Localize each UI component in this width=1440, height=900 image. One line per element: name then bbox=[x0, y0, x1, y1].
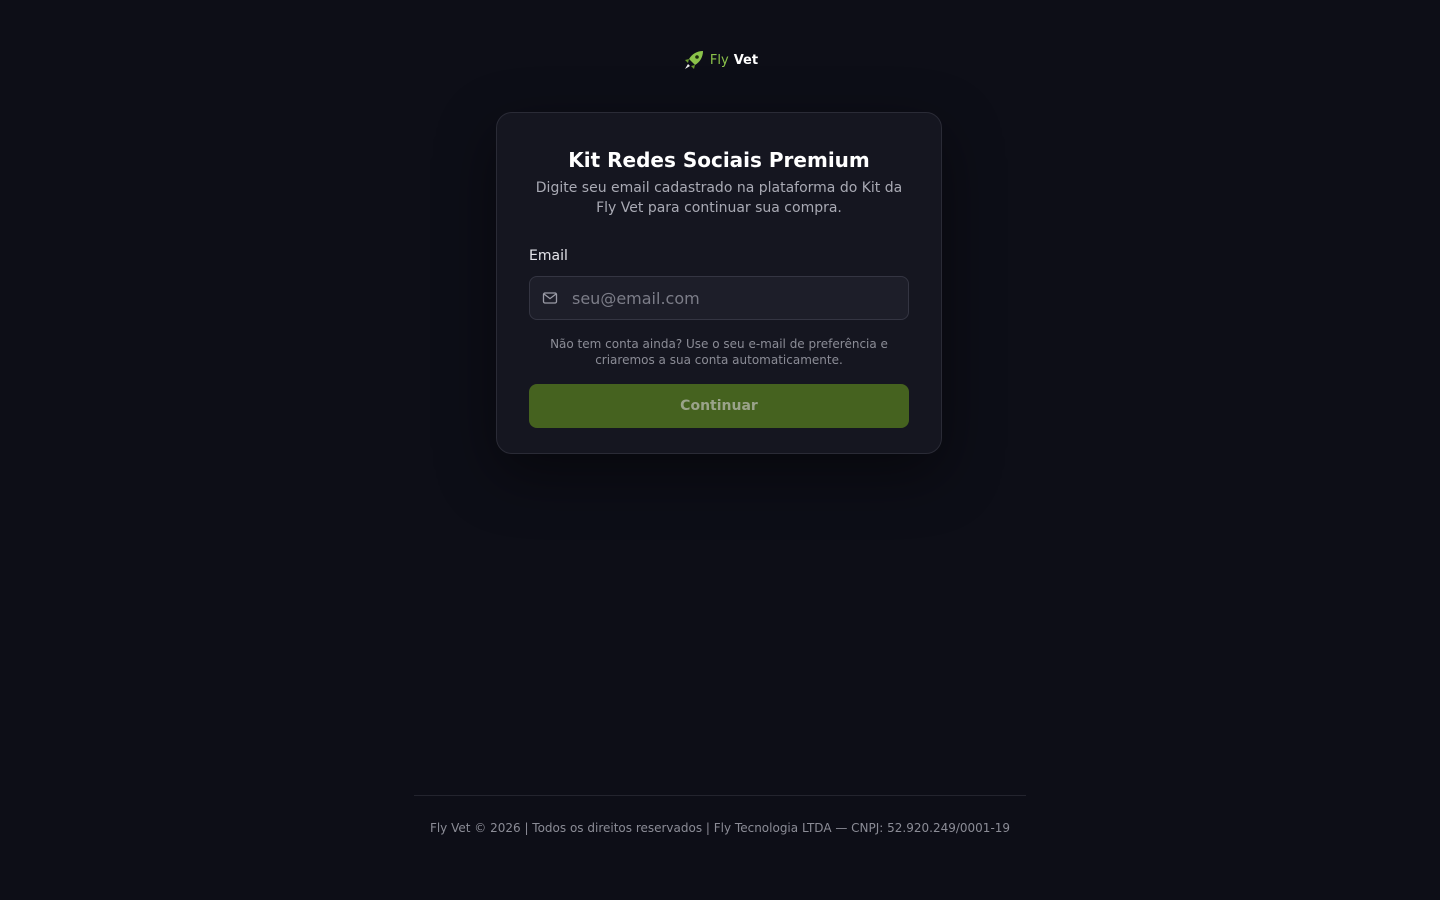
email-input[interactable] bbox=[570, 277, 908, 319]
mail-icon bbox=[542, 290, 558, 306]
rocket-icon bbox=[682, 48, 706, 72]
continue-button[interactable]: Continuar bbox=[529, 384, 909, 428]
signup-hint: Não tem conta ainda? Use o seu e-mail de… bbox=[550, 337, 888, 367]
brand-vet: Vet bbox=[733, 52, 759, 68]
footer-divider bbox=[414, 795, 1026, 796]
checkout-page: Fly Vet Kit Redes Sociais Premium Digite… bbox=[0, 0, 1440, 900]
card-title: Kit Redes Sociais Premium bbox=[568, 148, 870, 172]
brand-name: Fly Vet bbox=[710, 53, 758, 68]
email-label: Email bbox=[529, 248, 568, 264]
footer-text: Fly Vet © 2026 | Todos os direitos reser… bbox=[429, 821, 1011, 835]
email-field-wrapper[interactable] bbox=[529, 276, 909, 320]
card-subtitle: Digite seu email cadastrado na plataform… bbox=[535, 180, 903, 216]
brand-logo[interactable]: Fly Vet bbox=[0, 48, 1440, 72]
brand-fly: Fly bbox=[709, 52, 729, 68]
email-card: Kit Redes Sociais Premium Digite seu ema… bbox=[496, 112, 942, 454]
